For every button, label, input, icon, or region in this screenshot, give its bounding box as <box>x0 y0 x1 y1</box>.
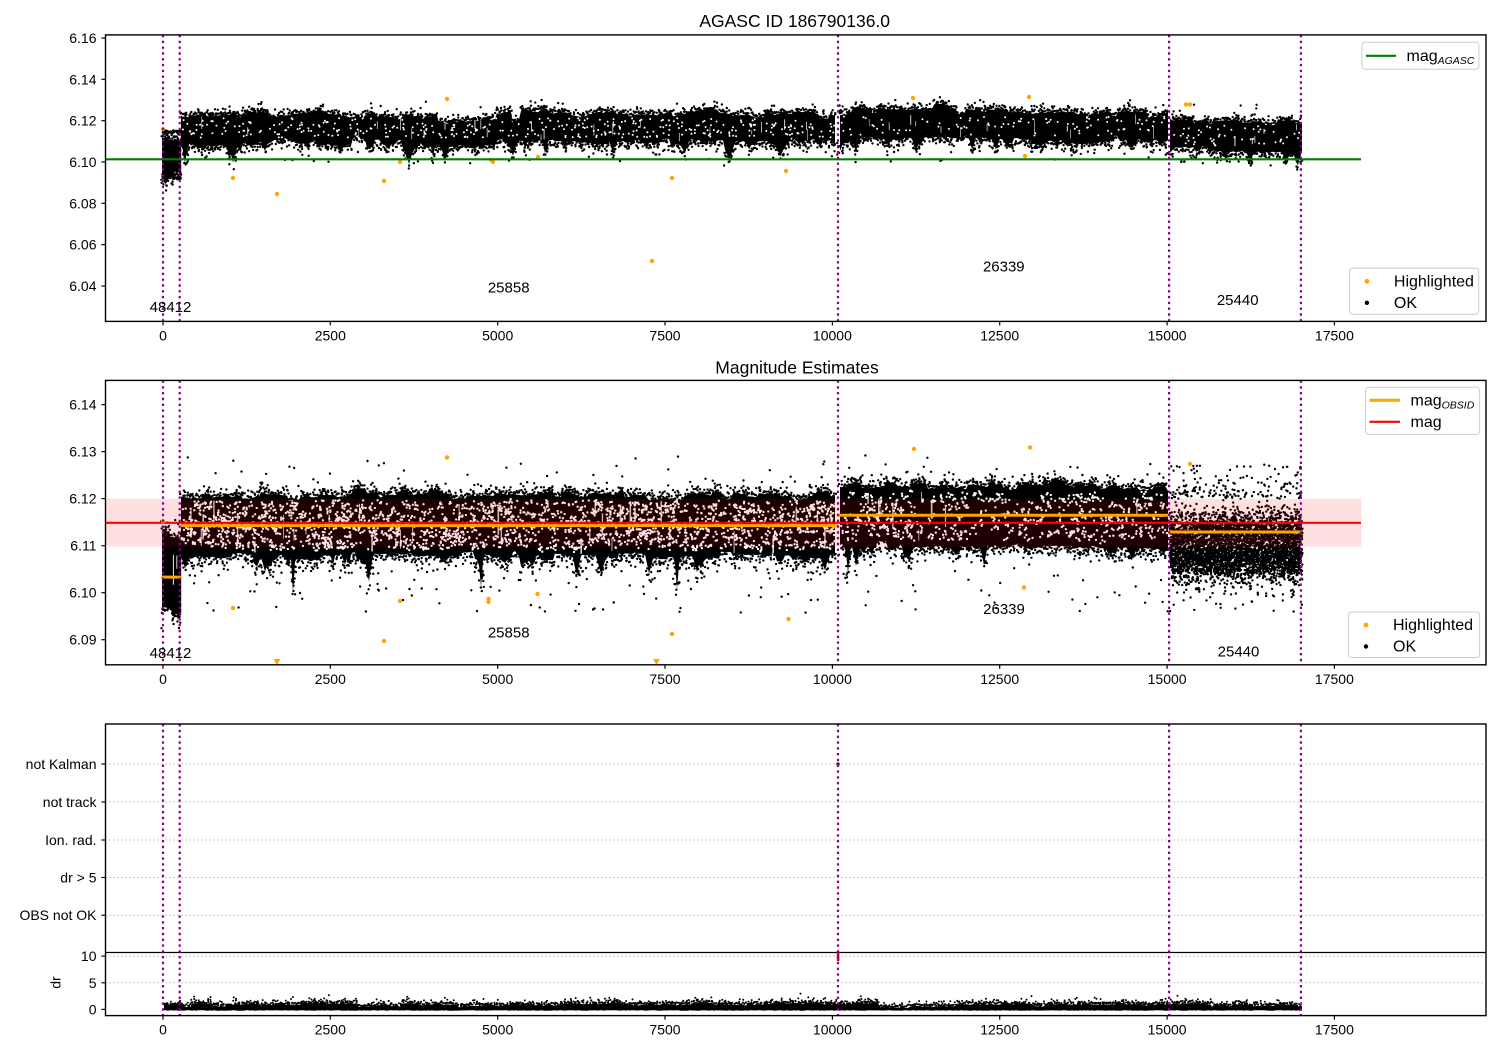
svg-text:5000: 5000 <box>482 671 513 687</box>
svg-text:5000: 5000 <box>482 1022 513 1038</box>
svg-text:5000: 5000 <box>482 327 513 343</box>
svg-text:48412: 48412 <box>150 645 192 662</box>
svg-text:6.14: 6.14 <box>69 397 96 413</box>
svg-text:6.04: 6.04 <box>69 278 96 294</box>
svg-text:6.11: 6.11 <box>70 538 96 554</box>
svg-text:6.16: 6.16 <box>69 30 96 46</box>
svg-text:AGASC ID 186790136.0: AGASC ID 186790136.0 <box>699 11 890 31</box>
svg-text:26339: 26339 <box>983 259 1025 276</box>
svg-text:12500: 12500 <box>980 671 1019 687</box>
svg-text:10000: 10000 <box>813 1022 852 1038</box>
svg-text:25858: 25858 <box>488 625 530 642</box>
svg-text:6.10: 6.10 <box>69 154 96 170</box>
svg-text:25440: 25440 <box>1217 292 1259 309</box>
svg-text:6.12: 6.12 <box>69 113 96 129</box>
svg-text:OK: OK <box>1394 295 1417 312</box>
svg-text:mag: mag <box>1411 414 1442 431</box>
svg-text:Magnitude Estimates: Magnitude Estimates <box>715 358 879 378</box>
svg-text:dr > 5: dr > 5 <box>60 870 96 886</box>
svg-text:12500: 12500 <box>980 1022 1019 1038</box>
svg-text:not track: not track <box>43 794 98 810</box>
svg-text:15000: 15000 <box>1148 671 1187 687</box>
svg-text:not Kalman: not Kalman <box>26 756 97 772</box>
svg-text:25858: 25858 <box>488 280 530 297</box>
svg-text:OBS not OK: OBS not OK <box>19 907 97 923</box>
svg-text:6.08: 6.08 <box>69 195 96 211</box>
svg-text:6.10: 6.10 <box>69 585 96 601</box>
svg-text:10000: 10000 <box>813 671 852 687</box>
svg-text:10000: 10000 <box>813 327 852 343</box>
svg-text:48412: 48412 <box>150 299 192 316</box>
svg-text:2500: 2500 <box>315 327 346 343</box>
svg-text:0: 0 <box>89 1001 97 1017</box>
svg-text:17500: 17500 <box>1315 327 1354 343</box>
svg-text:2500: 2500 <box>315 671 346 687</box>
svg-text:15000: 15000 <box>1148 327 1187 343</box>
svg-text:6.12: 6.12 <box>69 491 96 507</box>
svg-text:dr: dr <box>48 976 64 989</box>
svg-text:6.06: 6.06 <box>69 237 96 253</box>
svg-text:17500: 17500 <box>1315 1022 1354 1038</box>
svg-text:12500: 12500 <box>980 327 1019 343</box>
svg-text:Highlighted: Highlighted <box>1394 273 1474 290</box>
svg-text:7500: 7500 <box>649 671 680 687</box>
svg-text:25440: 25440 <box>1218 644 1260 661</box>
svg-text:7500: 7500 <box>649 1022 680 1038</box>
svg-text:6.09: 6.09 <box>69 632 96 648</box>
svg-text:26339: 26339 <box>983 601 1025 618</box>
svg-text:15000: 15000 <box>1148 1022 1187 1038</box>
svg-text:6.14: 6.14 <box>69 71 96 87</box>
svg-text:5: 5 <box>89 975 97 991</box>
svg-text:10: 10 <box>81 948 97 964</box>
svg-text:7500: 7500 <box>649 327 680 343</box>
svg-text:17500: 17500 <box>1315 671 1354 687</box>
svg-text:Highlighted: Highlighted <box>1393 617 1473 634</box>
svg-text:0: 0 <box>159 671 167 687</box>
svg-text:6.13: 6.13 <box>69 444 96 460</box>
svg-text:0: 0 <box>159 327 167 343</box>
svg-text:Ion. rad.: Ion. rad. <box>45 832 96 848</box>
svg-text:0: 0 <box>159 1022 167 1038</box>
svg-text:OK: OK <box>1393 639 1416 656</box>
svg-text:2500: 2500 <box>315 1022 346 1038</box>
